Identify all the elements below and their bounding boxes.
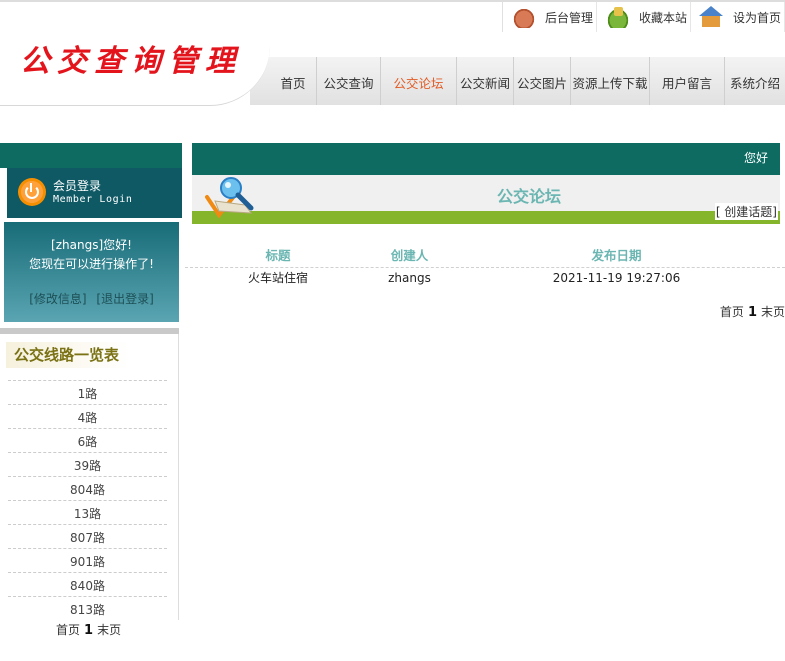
route-item[interactable]: 39路: [8, 452, 167, 476]
route-item[interactable]: 840路: [8, 572, 167, 596]
route-pager-first[interactable]: 首页: [56, 623, 80, 637]
logout-link[interactable]: [退出登录]: [96, 292, 153, 306]
route-item[interactable]: 804路: [8, 476, 167, 500]
nav-system-intro[interactable]: 系统介绍: [725, 57, 785, 105]
route-item[interactable]: 807路: [8, 524, 167, 548]
member-login-subtitle: Member Login: [53, 194, 133, 205]
user-greeting: [zhangs]您好!: [51, 238, 132, 252]
column-date: 发布日期: [591, 248, 642, 263]
site-logo: 公交查询管理: [20, 44, 242, 79]
route-list-pager: 首页 1 末页: [56, 621, 121, 638]
create-topic-link[interactable]: [ 创建话题]: [714, 203, 778, 220]
forum-magnifier-icon: [205, 177, 254, 219]
topic-date: 2021-11-19 19:27:06: [552, 271, 681, 285]
forum-pager: 首页 1 末页: [720, 303, 785, 320]
route-pager-last[interactable]: 末页: [97, 623, 121, 637]
main-top-text: 您好: [743, 151, 768, 165]
member-login-header: 会员登录 Member Login: [7, 168, 182, 218]
forum-pager-current: 1: [747, 305, 757, 320]
home-icon: [698, 6, 725, 28]
table-row: 火车站住宿 zhangs 2021-11-19 19:27:06: [185, 268, 785, 288]
edit-profile-link[interactable]: [修改信息]: [29, 292, 86, 306]
route-list: 1路 4路 6路 39路 804路 13路 807路 901路 840路 813…: [8, 380, 167, 620]
favorite-icon: [604, 6, 631, 28]
power-icon: [18, 178, 46, 206]
bookmark-link[interactable]: 收藏本站: [597, 2, 691, 32]
nav-home[interactable]: 首页: [270, 57, 317, 105]
page-header: 公交查询管理 后台管理 收藏本站 设为首页 首页 公交查询 公交论坛 公交新闻 …: [0, 2, 785, 106]
forum-pager-last[interactable]: 末页: [761, 305, 785, 319]
route-list-panel: 公交线路一览表 1路 4路 6路 39路 804路 13路 807路 901路 …: [0, 334, 179, 620]
topic-author: zhangs: [388, 271, 431, 285]
member-login-title: 会员登录: [53, 179, 102, 193]
create-topic-label: [ 创建话题]: [715, 205, 777, 219]
admin-link-label: 后台管理: [544, 10, 593, 25]
route-list-title: 公交线路一览表: [6, 342, 130, 368]
forum-topic-table: 标题 创建人 发布日期 火车站住宿 zhangs 2021-11-19 19:2…: [185, 245, 785, 288]
forum-pager-first[interactable]: 首页: [720, 305, 744, 319]
route-pager-current: 1: [84, 623, 94, 638]
admin-link[interactable]: 后台管理: [503, 2, 597, 32]
sidebar-top-bar: [0, 143, 182, 168]
topic-title-link[interactable]: 火车站住宿: [185, 268, 371, 288]
set-homepage-link[interactable]: 设为首页: [691, 2, 785, 32]
nav-bus-images[interactable]: 公交图片: [514, 57, 571, 105]
set-homepage-link-label: 设为首页: [732, 10, 781, 25]
route-item[interactable]: 4路: [8, 404, 167, 428]
login-actions: [修改信息] [退出登录]: [4, 290, 179, 307]
member-login-panel: [zhangs]您好! 您现在可以进行操作了! [修改信息] [退出登录]: [4, 222, 179, 322]
user-message: 您现在可以进行操作了!: [29, 257, 154, 271]
column-title: 标题: [265, 248, 291, 263]
route-item[interactable]: 1路: [8, 380, 167, 404]
bookmark-link-label: 收藏本站: [638, 10, 687, 25]
forum-banner: [192, 175, 780, 213]
nav-bus-query[interactable]: 公交查询: [317, 57, 381, 105]
route-item[interactable]: 901路: [8, 548, 167, 572]
forum-title: 公交论坛: [497, 187, 562, 206]
table-header: 标题 创建人 发布日期: [185, 245, 785, 268]
nav-user-messages[interactable]: 用户留言: [650, 57, 725, 105]
route-item[interactable]: 813路: [8, 596, 167, 620]
main-top-bar: 您好: [192, 143, 780, 175]
nav-bus-forum[interactable]: 公交论坛: [381, 57, 457, 105]
route-item[interactable]: 6路: [8, 428, 167, 452]
column-author: 创建人: [390, 248, 429, 263]
forum-banner-green-bar: [192, 211, 780, 224]
phone-icon: [510, 6, 537, 28]
nav-bus-news[interactable]: 公交新闻: [457, 57, 514, 105]
nav-resource-upload[interactable]: 资源上传下载: [571, 57, 650, 105]
main-nav: 首页 公交查询 公交论坛 公交新闻 公交图片 资源上传下载 用户留言 系统介绍: [250, 57, 785, 105]
route-item[interactable]: 13路: [8, 500, 167, 524]
top-links: 后台管理 收藏本站 设为首页: [501, 2, 785, 32]
